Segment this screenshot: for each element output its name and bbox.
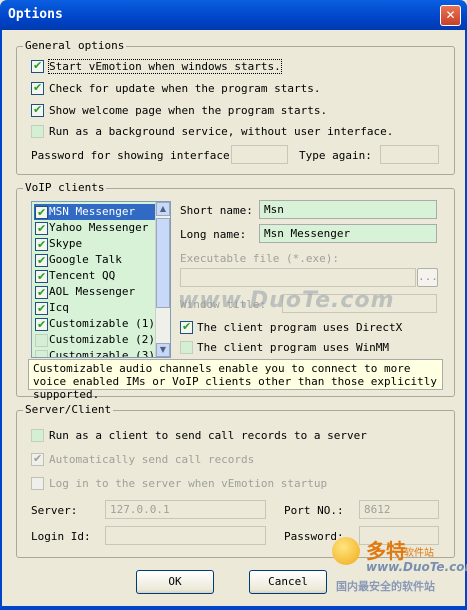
client-label: Customizable (2) xyxy=(49,333,155,346)
window-title: Options xyxy=(8,7,63,22)
login-id-input[interactable] xyxy=(105,526,266,545)
voip-clients-list[interactable]: MSN Messenger Yahoo Messenger Skype Google … xyxy=(31,201,171,358)
client-label: Icq xyxy=(49,301,69,314)
client-list-item[interactable]: Tencent QQ xyxy=(34,268,170,285)
client-checkbox[interactable] xyxy=(35,301,48,317)
client-checkbox[interactable] xyxy=(35,237,48,253)
long-name-label: Long name: xyxy=(180,228,247,241)
check-update-label[interactable]: Check for update when the program starts… xyxy=(49,82,321,95)
client-checkbox[interactable] xyxy=(35,317,48,333)
client-list-item[interactable]: AOL Messenger xyxy=(34,284,170,301)
client-list-item[interactable]: MSN Messenger xyxy=(34,204,170,221)
client-checkbox[interactable] xyxy=(35,269,48,285)
voip-clients-title: VoIP clients xyxy=(23,181,107,194)
exe-file-input[interactable] xyxy=(180,268,416,287)
general-options-title: General options xyxy=(23,39,127,52)
ok-button[interactable]: OK xyxy=(136,570,214,594)
close-icon: ✕ xyxy=(445,8,456,22)
client-label: Customizable (1) xyxy=(49,317,155,330)
client-checkbox[interactable] xyxy=(35,221,48,237)
scroll-up-icon[interactable]: ▲ xyxy=(156,202,170,216)
logo-small-text: 软件站 xyxy=(404,548,434,559)
client-label: AOL Messenger xyxy=(49,285,136,298)
logo-url: www.DuoTe.com xyxy=(366,560,467,574)
run-as-client-label[interactable]: Run as a client to send call records to … xyxy=(49,429,367,442)
auto-send-label[interactable]: Automatically send call records xyxy=(49,453,254,466)
server-client-title: Server/Client xyxy=(23,403,114,416)
logo-slogan: 国内最安全的软件站 xyxy=(336,580,435,593)
client-label: MSN Messenger xyxy=(49,205,136,218)
port-label: Port NO.: xyxy=(284,504,344,517)
cancel-button[interactable]: Cancel xyxy=(249,570,327,594)
scroll-thumb[interactable] xyxy=(156,218,170,308)
client-label: Yahoo Messenger xyxy=(49,221,149,234)
log-in-checkbox[interactable] xyxy=(31,477,44,490)
background-service-checkbox[interactable] xyxy=(31,125,44,138)
client-list-item[interactable]: Customizable (3) xyxy=(34,348,170,358)
duote-watermark: www.DuoTe.com xyxy=(178,288,395,313)
client-label: Google Talk xyxy=(49,253,122,266)
mascot-icon xyxy=(332,537,360,565)
server-label: Server: xyxy=(31,504,78,517)
short-name-input[interactable]: Msn xyxy=(259,200,437,219)
client-label: Customizable (3) xyxy=(49,349,155,358)
client-checkbox[interactable] xyxy=(35,285,48,301)
show-welcome-label[interactable]: Show welcome page when the program start… xyxy=(49,104,327,117)
exe-file-label: Executable file (*.exe): xyxy=(180,252,339,265)
type-again-label: Type again: xyxy=(299,149,372,162)
password-show-label: Password for showing interface: xyxy=(31,149,237,162)
client-checkbox[interactable] xyxy=(35,205,48,221)
browse-button[interactable]: ... xyxy=(417,268,438,287)
client-list-item[interactable]: Icq xyxy=(34,300,170,317)
duote-logo: 多特 软件站 www.DuoTe.com 国内最安全的软件站 xyxy=(330,535,467,597)
clients-scrollbar[interactable]: ▲ ▼ xyxy=(155,202,170,357)
server-input[interactable]: 127.0.0.1 xyxy=(105,500,266,519)
client-list-item[interactable]: Yahoo Messenger xyxy=(34,220,170,237)
customizable-info-note: Customizable audio channels enable you t… xyxy=(28,359,443,401)
run-as-client-checkbox[interactable] xyxy=(31,429,44,442)
client-label: Tencent QQ xyxy=(49,269,116,282)
start-with-windows-label[interactable]: Start vEmotion when windows starts. xyxy=(48,59,282,74)
short-name-label: Short name: xyxy=(180,204,253,217)
client-list-item[interactable]: Skype xyxy=(34,236,170,253)
client-checkbox[interactable] xyxy=(35,253,48,269)
uses-winmm-label[interactable]: The client program uses WinMM xyxy=(197,341,389,354)
uses-winmm-checkbox[interactable] xyxy=(180,341,193,354)
port-input[interactable]: 8612 xyxy=(359,500,439,519)
client-checkbox[interactable] xyxy=(35,350,48,357)
uses-directx-checkbox[interactable] xyxy=(180,320,193,334)
login-id-label: Login Id: xyxy=(31,530,91,543)
client-list-item[interactable]: Customizable (2) xyxy=(34,332,170,348)
auto-send-checkbox[interactable] xyxy=(31,452,44,466)
client-list-item[interactable]: Customizable (1) xyxy=(34,316,170,333)
start-with-windows-checkbox[interactable] xyxy=(31,59,44,73)
show-welcome-checkbox[interactable] xyxy=(31,103,44,117)
title-bar[interactable]: Options ✕ xyxy=(0,0,467,30)
check-update-checkbox[interactable] xyxy=(31,81,44,95)
scroll-down-icon[interactable]: ▼ xyxy=(156,343,170,357)
client-label: Skype xyxy=(49,237,83,250)
client-list-item[interactable]: Google Talk xyxy=(34,252,170,269)
uses-directx-label[interactable]: The client program uses DirectX xyxy=(197,321,402,334)
type-again-input[interactable] xyxy=(380,145,439,164)
client-checkbox[interactable] xyxy=(35,334,48,347)
long-name-input[interactable]: Msn Messenger xyxy=(259,224,437,243)
log-in-label[interactable]: Log in to the server when vEmotion start… xyxy=(49,477,327,490)
background-service-label[interactable]: Run as a background service, without use… xyxy=(49,125,393,138)
password-show-input[interactable] xyxy=(231,145,288,164)
close-button[interactable]: ✕ xyxy=(440,5,461,26)
